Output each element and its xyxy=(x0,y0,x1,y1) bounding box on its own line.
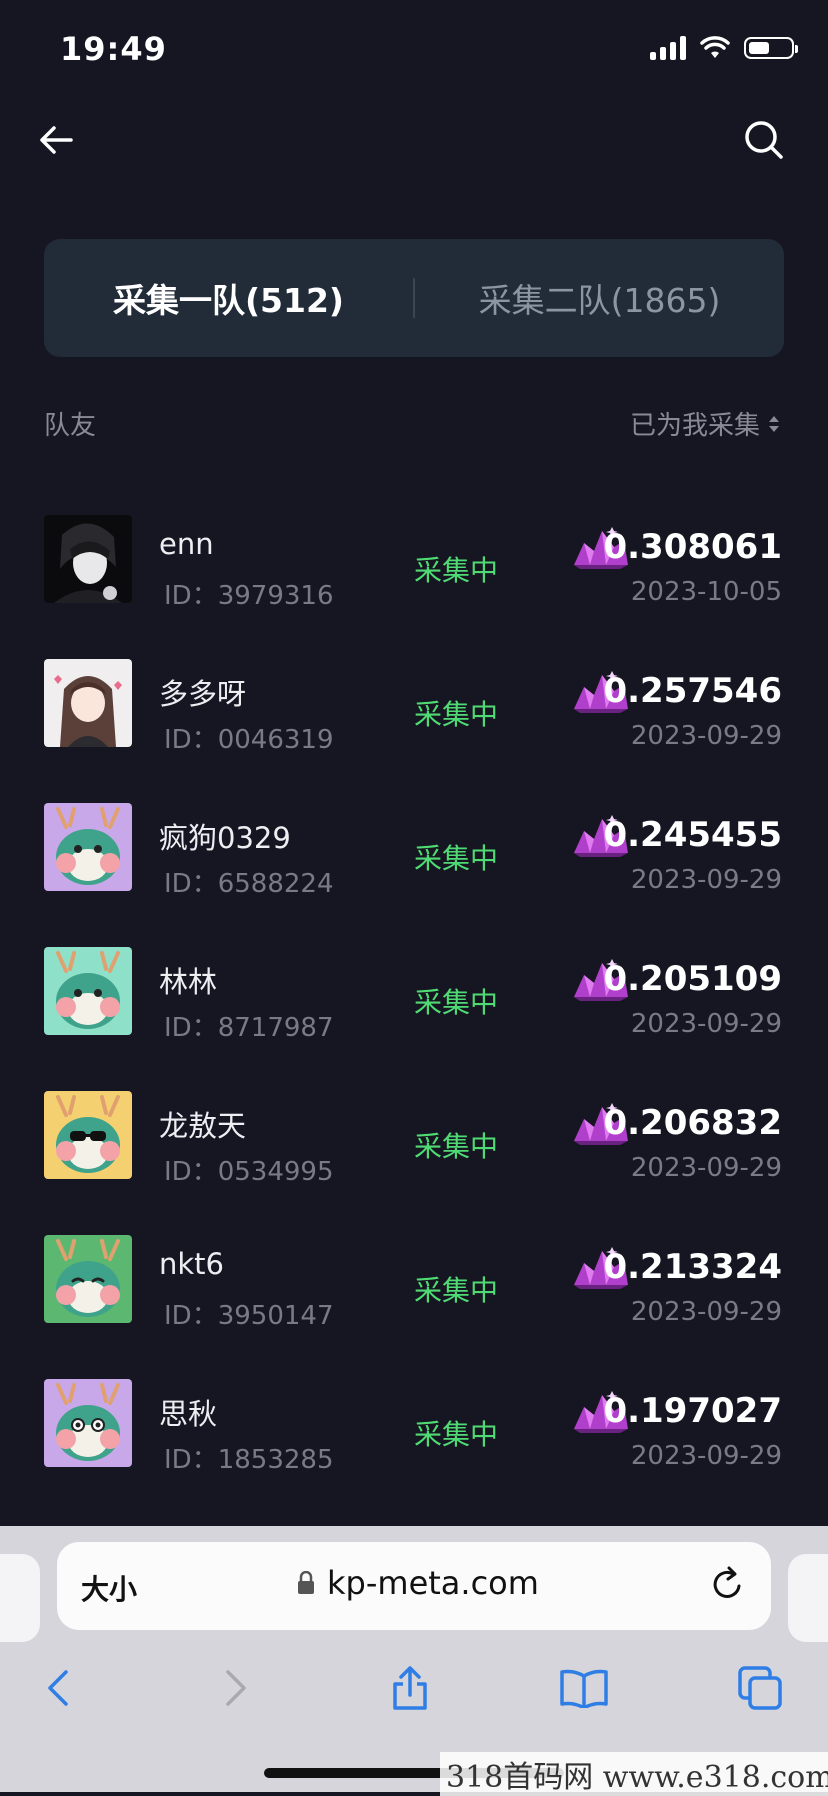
tabs-icon xyxy=(738,1666,782,1710)
share-button[interactable] xyxy=(380,1658,440,1718)
tabs-button[interactable] xyxy=(730,1658,790,1718)
member-id: ID：8717987 xyxy=(164,1013,334,1043)
collecting-status: 采集中 xyxy=(414,842,499,875)
collecting-status: 采集中 xyxy=(414,554,499,587)
sort-label: 已为我采集 xyxy=(629,411,760,441)
list-item[interactable]: 多多呀 ID：0046319 采集中 0.257546 2023-09-29 xyxy=(0,641,828,785)
address-bar[interactable]: 大小 kp-meta.com xyxy=(57,1542,771,1630)
join-date: 2023-09-29 xyxy=(630,1009,782,1039)
join-date: 2023-09-29 xyxy=(630,1441,782,1471)
member-list: enn ID：3979316 采集中 0.308061 2023-10-05 多… xyxy=(0,497,828,1505)
join-date: 2023-09-29 xyxy=(630,1297,782,1327)
tab-team-1[interactable]: 采集一队(512) xyxy=(44,274,413,322)
url-display: kp-meta.com xyxy=(297,1564,539,1602)
chevron-right-icon xyxy=(226,1670,246,1706)
collected-amount: 0.205109 xyxy=(603,959,782,999)
tab-team-2[interactable]: 采集二队(1865) xyxy=(415,274,784,322)
chevron-left-icon xyxy=(48,1670,68,1706)
url-text: kp-meta.com xyxy=(327,1564,539,1602)
next-tab-card[interactable] xyxy=(788,1554,828,1642)
reload-icon[interactable] xyxy=(711,1566,745,1602)
join-date: 2023-09-29 xyxy=(630,865,782,895)
member-name: 多多呀 xyxy=(159,677,247,711)
arrow-left-icon xyxy=(40,126,73,154)
collected-amount: 0.206832 xyxy=(603,1103,782,1143)
avatar xyxy=(44,1235,132,1323)
member-name: 林林 xyxy=(159,965,218,999)
back-button[interactable] xyxy=(28,112,84,168)
member-id: ID：0534995 xyxy=(164,1157,334,1187)
prev-tab-card[interactable] xyxy=(0,1554,40,1642)
member-id: ID：3979316 xyxy=(164,581,334,611)
collected-amount: 0.257546 xyxy=(603,671,782,711)
member-id: ID：1853285 xyxy=(164,1445,334,1475)
member-id: ID：3950147 xyxy=(164,1301,334,1331)
member-name: 思秋 xyxy=(159,1397,218,1431)
member-name: enn xyxy=(159,527,214,561)
avatar xyxy=(44,1379,132,1467)
avatar xyxy=(44,947,132,1035)
join-date: 2023-09-29 xyxy=(630,1153,782,1183)
list-item[interactable]: 思秋 ID：1853285 采集中 0.197027 2023-09-29 xyxy=(0,1361,828,1505)
sort-icon xyxy=(769,415,779,432)
collected-amount: 0.213324 xyxy=(603,1247,782,1287)
wifi-icon xyxy=(700,36,730,58)
member-id: ID：6588224 xyxy=(164,869,334,899)
member-id: ID：0046319 xyxy=(164,725,334,755)
member-name: 疯狗0329 xyxy=(159,821,291,855)
collecting-status: 采集中 xyxy=(414,1418,499,1451)
teammates-label: 队友 xyxy=(44,411,97,441)
team-tabs: 采集一队(512) 采集二队(1865) xyxy=(44,239,784,357)
search-icon xyxy=(745,121,783,159)
collecting-status: 采集中 xyxy=(414,1274,499,1307)
collecting-status: 采集中 xyxy=(414,698,499,731)
watermark: 318首码网 www.e318.com xyxy=(440,1752,828,1796)
collected-amount: 0.308061 xyxy=(603,527,782,567)
status-icons xyxy=(650,36,798,60)
member-name: nkt6 xyxy=(159,1247,224,1281)
status-bar: 19:49 xyxy=(0,0,828,100)
book-icon xyxy=(560,1669,608,1708)
join-date: 2023-09-29 xyxy=(630,721,782,751)
member-name: 龙敖天 xyxy=(159,1109,247,1143)
browser-forward-button[interactable] xyxy=(206,1658,266,1718)
avatar xyxy=(44,1091,132,1179)
page-settings-button[interactable]: 大小 xyxy=(81,1568,137,1608)
list-item[interactable]: 林林 ID：8717987 采集中 0.205109 2023-09-29 xyxy=(0,929,828,1073)
avatar xyxy=(44,803,132,891)
share-icon xyxy=(393,1666,427,1710)
signal-icon xyxy=(650,36,686,60)
join-date: 2023-10-05 xyxy=(630,577,782,607)
list-item[interactable]: 疯狗0329 ID：6588224 采集中 0.245455 2023-09-2… xyxy=(0,785,828,929)
collecting-status: 采集中 xyxy=(414,986,499,1019)
avatar xyxy=(44,515,132,603)
status-time: 19:49 xyxy=(60,30,167,68)
search-button[interactable] xyxy=(736,112,792,168)
list-item[interactable]: enn ID：3979316 采集中 0.308061 2023-10-05 xyxy=(0,497,828,641)
collected-amount: 0.245455 xyxy=(603,815,782,855)
avatar xyxy=(44,659,132,747)
list-item[interactable]: 龙敖天 ID：0534995 采集中 0.206832 2023-09-29 xyxy=(0,1073,828,1217)
list-item[interactable]: nkt6 ID：3950147 采集中 0.213324 2023-09-29 xyxy=(0,1217,828,1361)
bookmarks-button[interactable] xyxy=(554,1658,614,1718)
lock-icon xyxy=(298,1571,314,1594)
battery-icon xyxy=(744,37,798,59)
collected-amount: 0.197027 xyxy=(603,1391,782,1431)
collecting-status: 采集中 xyxy=(414,1130,499,1163)
sort-collected-button[interactable]: 已为我采集 xyxy=(630,405,780,442)
browser-back-button[interactable] xyxy=(28,1658,88,1718)
